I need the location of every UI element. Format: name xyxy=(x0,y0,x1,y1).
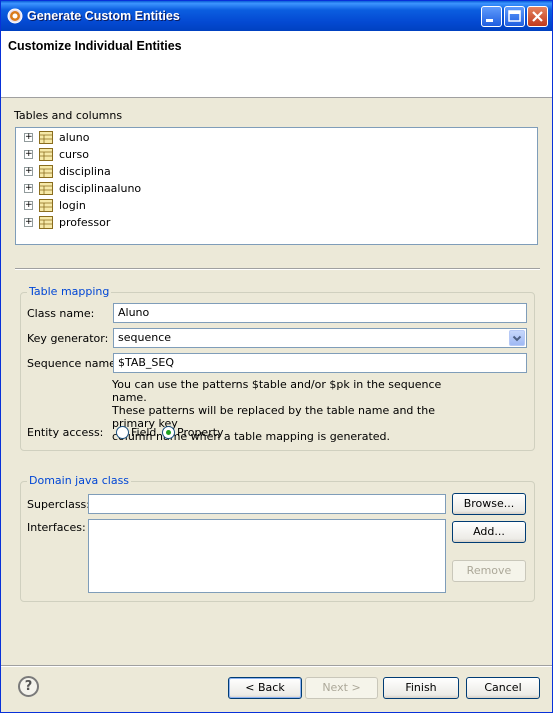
expand-icon[interactable]: + xyxy=(24,201,33,210)
tree-item-label: aluno xyxy=(59,131,90,144)
hint-line: You can use the patterns $table and/or $… xyxy=(112,378,442,404)
tree-item-label: professor xyxy=(59,216,111,229)
expand-icon[interactable]: + xyxy=(24,184,33,193)
title-bar[interactable]: Generate Custom Entities xyxy=(1,1,552,31)
eclipse-app-icon xyxy=(7,8,23,24)
next-button[interactable]: Next > xyxy=(305,677,378,699)
tree-item-label: curso xyxy=(59,148,90,161)
close-button[interactable] xyxy=(527,6,548,27)
wizard-header: Customize Individual Entities xyxy=(1,31,552,98)
key-generator-label: Key generator: xyxy=(27,332,109,345)
tables-columns-label: Tables and columns xyxy=(14,109,123,122)
add-interface-button[interactable]: Add... xyxy=(452,521,526,543)
tree-item-label: login xyxy=(59,199,86,212)
minimize-button[interactable] xyxy=(481,6,502,27)
finish-button[interactable]: Finish xyxy=(383,677,459,699)
superclass-input[interactable] xyxy=(88,494,446,514)
dialog-window: Generate Custom Entities Customize Indiv… xyxy=(0,0,553,713)
sequence-name-input[interactable]: $TAB_SEQ xyxy=(113,353,527,373)
window-title: Generate Custom Entities xyxy=(27,9,180,23)
remove-interface-button[interactable]: Remove xyxy=(452,560,526,582)
table-icon xyxy=(39,182,53,195)
property-radio[interactable] xyxy=(162,426,175,439)
table-icon xyxy=(39,165,53,178)
table-icon xyxy=(39,199,53,212)
entity-access-label: Entity access: xyxy=(27,426,104,439)
dropdown-button[interactable] xyxy=(509,330,525,346)
page-title: Customize Individual Entities xyxy=(8,39,182,53)
key-generator-select[interactable]: sequence xyxy=(113,328,527,348)
table-mapping-title: Table mapping xyxy=(27,285,112,298)
interfaces-list[interactable] xyxy=(88,519,446,593)
sequence-name-label: Sequence name: xyxy=(27,357,120,370)
expand-icon[interactable]: + xyxy=(24,150,33,159)
table-icon xyxy=(39,131,53,144)
cancel-button[interactable]: Cancel xyxy=(466,677,540,699)
key-generator-value: sequence xyxy=(118,331,172,344)
maximize-icon xyxy=(508,10,521,22)
class-name-input[interactable]: Aluno xyxy=(113,303,527,323)
footer-divider xyxy=(1,665,552,667)
field-radio[interactable] xyxy=(116,426,129,439)
superclass-label: Superclass: xyxy=(27,498,90,511)
expand-icon[interactable]: + xyxy=(24,133,33,142)
section-divider xyxy=(15,268,540,270)
expand-icon[interactable]: + xyxy=(24,218,33,227)
tree-item-label: disciplina xyxy=(59,165,111,178)
interfaces-label: Interfaces: xyxy=(27,521,86,534)
chevron-down-icon xyxy=(512,335,522,342)
field-radio-label[interactable]: Field xyxy=(131,426,156,439)
radio-selected-dot xyxy=(166,430,171,435)
table-icon xyxy=(39,148,53,161)
back-button[interactable]: < Back xyxy=(228,677,302,699)
table-icon xyxy=(39,216,53,229)
tree-item-label: disciplinaaluno xyxy=(59,182,142,195)
maximize-button[interactable] xyxy=(504,6,525,27)
domain-java-class-title: Domain java class xyxy=(27,474,132,487)
help-icon[interactable]: ? xyxy=(18,676,39,697)
close-icon xyxy=(532,11,543,22)
browse-button[interactable]: Browse... xyxy=(452,493,526,515)
expand-icon[interactable]: + xyxy=(24,167,33,176)
class-name-label: Class name: xyxy=(27,307,95,320)
minimize-icon xyxy=(486,19,493,22)
tables-tree[interactable]: + aluno + curso + disciplina + disciplin… xyxy=(15,127,538,245)
property-radio-label[interactable]: Property xyxy=(177,426,224,439)
